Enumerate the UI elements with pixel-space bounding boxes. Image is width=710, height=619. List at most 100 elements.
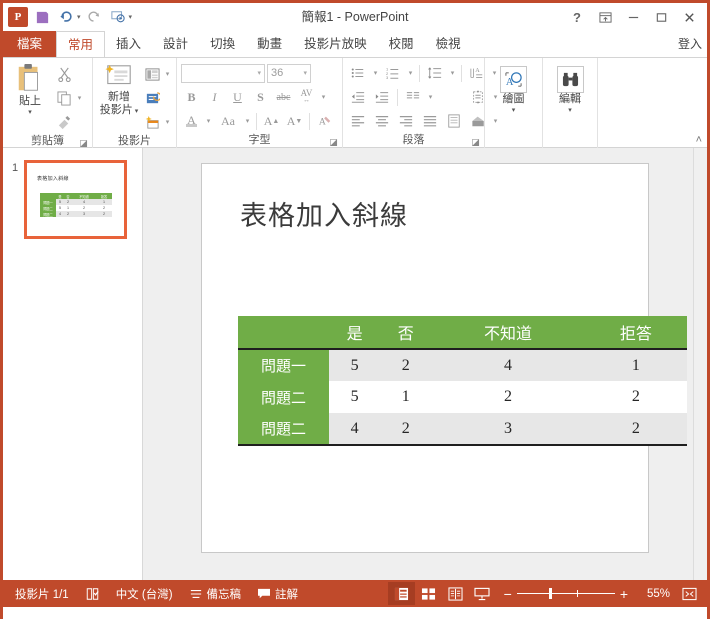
drawing-button[interactable]: A 繪圖 ▾ (491, 64, 537, 114)
zoom-in-button[interactable]: + (620, 586, 628, 602)
font-size-input[interactable]: 36 ▾ (267, 63, 311, 83)
restore-icon[interactable] (647, 4, 675, 30)
copy-caret-icon[interactable]: ▾ (75, 94, 84, 102)
font-dialog-launcher-icon[interactable]: ◪ (329, 138, 338, 147)
columns-caret-icon[interactable]: ▾ (426, 93, 435, 101)
paste-caret-icon[interactable]: ▾ (28, 108, 32, 116)
strikethrough-button[interactable]: abc (273, 87, 294, 107)
reading-view-button[interactable] (442, 582, 469, 605)
tab-review[interactable]: 校閱 (378, 31, 425, 57)
table-row-label[interactable]: 問題二 (238, 413, 329, 446)
bullets-caret-icon[interactable]: ▾ (371, 69, 380, 77)
tab-transitions[interactable]: 切換 (199, 31, 246, 57)
slide-count-indicator[interactable]: 投影片 1/1 (7, 580, 77, 607)
increase-font-size-button[interactable]: A ▲ (261, 111, 282, 131)
table-cell[interactable]: 1 (584, 349, 687, 381)
font-size-caret-icon[interactable]: ▾ (303, 69, 307, 77)
tab-insert[interactable]: 插入 (105, 31, 152, 57)
ribbon-display-options-icon[interactable] (591, 4, 619, 30)
notes-button[interactable]: 備忘稿 (181, 580, 250, 607)
table-cell[interactable]: 3 (431, 413, 585, 446)
undo-icon[interactable] (55, 6, 77, 28)
bullets-icon[interactable] (347, 63, 369, 83)
table-row-label[interactable]: 問題二 (238, 381, 329, 413)
tab-view[interactable]: 檢視 (425, 31, 472, 57)
increase-indent-icon[interactable] (371, 87, 393, 107)
clipboard-dialog-launcher-icon[interactable]: ◪ (79, 139, 88, 148)
justify-icon[interactable] (419, 111, 441, 131)
italic-button[interactable]: I (204, 87, 225, 107)
table-cell[interactable]: 4 (431, 349, 585, 381)
numbering-caret-icon[interactable]: ▾ (406, 69, 415, 77)
character-spacing-caret-icon[interactable]: ▾ (319, 93, 328, 101)
table-header-cell-no[interactable]: 否 (380, 316, 432, 350)
tab-slideshow[interactable]: 投影片放映 (293, 31, 378, 57)
table-header-cell-refuse[interactable]: 拒答 (584, 316, 687, 350)
comments-button[interactable]: 註解 (249, 580, 306, 607)
table-header-cell-dontknow[interactable]: 不知道 (431, 316, 585, 350)
numbering-icon[interactable]: 123 (382, 63, 404, 83)
slideshow-view-button[interactable] (469, 582, 496, 605)
table-row-label[interactable]: 問題一 (238, 349, 329, 381)
new-slide-caret-icon[interactable]: ▾ (135, 107, 139, 115)
underline-button[interactable]: U (227, 87, 248, 107)
save-icon[interactable] (31, 6, 53, 28)
section-caret-icon[interactable]: ▾ (163, 118, 172, 126)
table-cell[interactable]: 5 (329, 381, 381, 413)
slide-thumbnail-1[interactable]: 表格加入斜線 是 否 不知道 拒答 問題一 5 2 4 1 問題二 5 1 2 … (24, 160, 127, 239)
table-cell[interactable]: 2 (584, 381, 687, 413)
slide-sorter-view-button[interactable] (415, 582, 442, 605)
columns-icon[interactable] (402, 87, 424, 107)
table-cell[interactable]: 2 (431, 381, 585, 413)
text-shadow-button[interactable]: S (250, 87, 271, 107)
zoom-slider-track[interactable] (516, 588, 615, 599)
align-right-icon[interactable] (395, 111, 417, 131)
layout-caret-icon[interactable]: ▾ (163, 70, 172, 78)
decrease-font-size-button[interactable]: A ▼ (284, 111, 305, 131)
slide-table[interactable]: 是 否 不知道 拒答 問題一 5 2 4 1 問題二 5 1 2 2 問題二 4… (238, 316, 687, 446)
zoom-slider-handle[interactable] (548, 588, 552, 599)
font-color-caret-icon[interactable]: ▾ (204, 117, 213, 125)
table-cell[interactable]: 5 (329, 349, 381, 381)
change-case-caret-icon[interactable]: ▾ (243, 117, 252, 125)
normal-view-button[interactable] (387, 582, 415, 605)
paste-button[interactable]: 貼上 ▾ (7, 61, 53, 116)
tab-file[interactable]: 檔案 (3, 31, 57, 57)
table-cell[interactable]: 2 (584, 413, 687, 446)
copy-icon[interactable] (53, 88, 75, 109)
minimize-icon[interactable] (619, 4, 647, 30)
paragraph-dialog-launcher-icon[interactable]: ◪ (471, 138, 480, 147)
change-case-button[interactable]: Aa (215, 111, 241, 131)
tab-home[interactable]: 常用 (56, 31, 106, 57)
editing-caret-icon[interactable]: ▾ (568, 106, 572, 114)
thumbnail-row[interactable]: 1 表格加入斜線 是 否 不知道 拒答 問題一 5 2 4 1 問題二 5 1 … (3, 160, 142, 239)
customize-qat-caret-icon[interactable]: ▾ (129, 13, 133, 21)
line-spacing-caret-icon[interactable]: ▾ (448, 69, 457, 77)
help-icon[interactable]: ? (563, 4, 591, 30)
font-name-input[interactable]: ▾ (181, 63, 265, 83)
collapse-ribbon-icon[interactable]: ˄ (696, 134, 702, 146)
font-name-caret-icon[interactable]: ▾ (257, 69, 261, 77)
reset-icon[interactable] (141, 88, 163, 109)
table-cell[interactable]: 4 (329, 413, 381, 446)
character-spacing-button[interactable]: AV ↔ (296, 87, 317, 107)
language-indicator[interactable]: 中文 (台灣) (108, 580, 181, 607)
layout-icon[interactable] (141, 64, 163, 85)
align-left-icon[interactable] (347, 111, 369, 131)
table-cell[interactable]: 2 (380, 413, 432, 446)
spellcheck-icon[interactable] (77, 580, 108, 607)
new-slide-button[interactable]: 新增 投影片 ▾ (97, 61, 141, 117)
drawing-caret-icon[interactable]: ▾ (512, 106, 516, 114)
section-icon[interactable] (141, 112, 163, 133)
bold-button[interactable]: B (181, 87, 202, 107)
zoom-level-label[interactable]: 55% (636, 588, 670, 600)
table-cell[interactable]: 1 (380, 381, 432, 413)
zoom-out-button[interactable]: − (504, 586, 512, 602)
cut-icon[interactable] (53, 64, 75, 85)
table-cell[interactable]: 2 (380, 349, 432, 381)
vertical-scrollbar[interactable] (693, 148, 707, 580)
align-center-icon[interactable] (371, 111, 393, 131)
fit-slide-icon[interactable] (676, 582, 703, 605)
close-icon[interactable] (675, 4, 703, 30)
tab-design[interactable]: 設計 (152, 31, 199, 57)
